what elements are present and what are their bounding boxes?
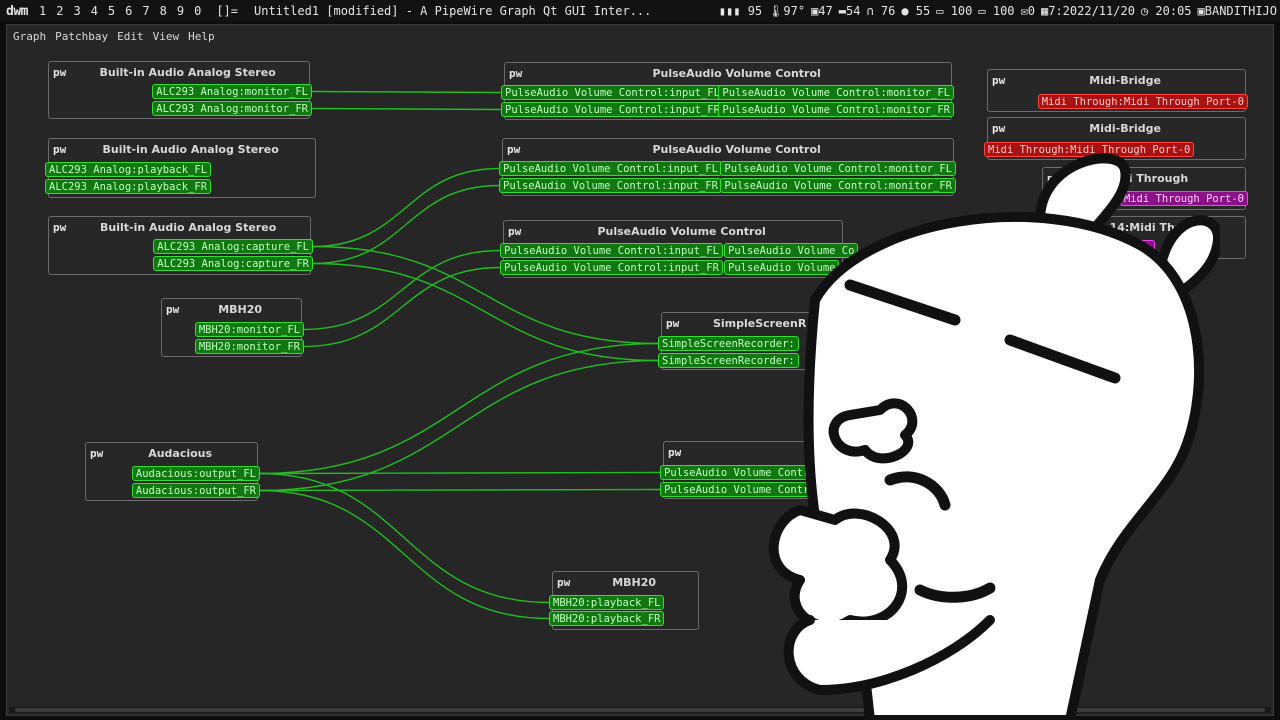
tag-3[interactable]: 3 <box>68 4 85 18</box>
pipewire-icon: pw <box>992 121 1006 135</box>
tag-6[interactable]: 6 <box>120 4 137 18</box>
node-title: MBH20 <box>218 302 263 316</box>
node-title: MBH20 <box>612 575 657 589</box>
port-pavu-input-fr[interactable]: PulseAudio Volume Control:input_FR <box>500 260 723 275</box>
node-title: Built-in Audio Analog Stereo <box>99 220 277 234</box>
port-pavu-input-fl[interactable]: PulseAudio Volume Control:input_FL <box>500 243 723 258</box>
pipewire-icon: pw <box>668 445 682 459</box>
menu-graph[interactable]: Graph <box>10 30 49 43</box>
pipewire-icon: pw <box>557 575 571 589</box>
layout-indicator[interactable]: []= <box>206 4 248 18</box>
port-mbh20-playback-fr[interactable]: MBH20:playback_FR <box>549 611 665 626</box>
port-pavu-input-fr[interactable]: PulseAudio Volume Control:input_FR <box>499 178 722 193</box>
port-audacious-output-fr[interactable]: Audacious:output_FR <box>131 483 260 498</box>
port-playback-fr[interactable]: ALC293 Analog:playback_FR <box>45 179 212 194</box>
port-mbh20-playback-fl[interactable]: MBH20:playback_FL <box>549 595 665 610</box>
node-title: Midi-Bridge <box>1089 73 1161 87</box>
node-mbh20-monitor[interactable]: pw MBH20 MBH20:monitor_FL MBH20:monitor_F… <box>161 298 304 357</box>
port-pavu-monitor-fl[interactable]: PulseAudio Volume Control:monitor_FL <box>718 85 954 100</box>
connection-wire[interactable] <box>303 266 501 348</box>
port-midi-through-out[interactable]: Midi Through:Midi Through Port-0 <box>1037 94 1248 109</box>
connection-wire[interactable] <box>311 107 502 111</box>
connection-wire[interactable] <box>312 184 500 265</box>
port-capture-fl[interactable]: ALC293 Analog:capture_FL <box>153 239 313 254</box>
tag-9[interactable]: 9 <box>172 4 189 18</box>
dwm-status-bar: dwm 1 2 3 4 5 6 7 8 9 0 []= Untitled1 [m… <box>0 0 1280 22</box>
port-pavu-monitor-fr[interactable]: PulseAudio Volume Control:monitor_FR <box>718 102 954 117</box>
tag-1[interactable]: 1 <box>34 4 51 18</box>
cpu-stat: ▮▮▮ 95 <box>718 4 763 18</box>
menu-patchbay[interactable]: Patchbay <box>52 30 111 43</box>
mem-stat: ▣47 <box>811 4 833 18</box>
node-title: Built-in Audio Analog Stereo <box>102 142 279 156</box>
pipewire-icon: pw <box>166 302 180 316</box>
node-mbh20-playback[interactable]: pw MBH20 MBH20:playback_FL MBH20:playback… <box>549 571 699 630</box>
connection-wire[interactable] <box>311 90 502 94</box>
pipewire-icon: pw <box>507 142 521 156</box>
mic-stat: ● 55 <box>901 4 931 18</box>
pipewire-icon: pw <box>666 316 680 330</box>
port-mbh20-monitor-fl[interactable]: MBH20:monitor_FL <box>194 322 304 337</box>
port-pavu-input-fl[interactable]: PulseAudio Volume Control:input_FL <box>501 85 724 100</box>
clock-stat: ◷ 20:05 <box>1140 4 1192 18</box>
node-title: Built-in Audio Analog Stereo <box>99 65 276 79</box>
temp-stat: 🌡97° <box>768 4 806 18</box>
tag-2[interactable]: 2 <box>51 4 68 18</box>
node-pavucontrol-1[interactable]: pw PulseAudio Volume Control PulseAudio V… <box>501 62 954 120</box>
pipewire-icon: pw <box>509 66 523 80</box>
window-title: Untitled1 [modified] - A PipeWire Graph … <box>254 4 652 18</box>
dwm-logo: dwm <box>6 3 28 19</box>
menu-view[interactable]: View <box>150 30 183 43</box>
pipewire-icon: pw <box>992 73 1006 87</box>
connection-wire[interactable] <box>259 359 659 492</box>
pipewire-icon: pw <box>53 65 67 79</box>
port-playback-fl[interactable]: ALC293 Analog:playback_FL <box>45 162 212 177</box>
connection-wire[interactable] <box>312 167 500 248</box>
pipewire-icon: pw <box>508 224 522 238</box>
connection-wire[interactable] <box>312 262 659 362</box>
node-builtin-audio-capture[interactable]: pw Built-in Audio Analog Stereo ALC293 An… <box>48 216 313 275</box>
port-capture-fr[interactable]: ALC293 Analog:capture_FR <box>153 256 313 271</box>
menu-edit[interactable]: Edit <box>114 30 147 43</box>
tag-8[interactable]: 8 <box>155 4 172 18</box>
connection-wire[interactable] <box>259 342 659 475</box>
connection-wire[interactable] <box>259 489 550 620</box>
node-title: Audacious <box>148 446 213 460</box>
tag-0[interactable]: 0 <box>189 4 206 18</box>
node-title: Midi-Bridge <box>1089 121 1161 135</box>
node-builtin-audio-monitor[interactable]: pw Built-in Audio Analog Stereo ALC293 An… <box>48 61 312 119</box>
battery1-stat: ▭ 100 <box>936 4 973 18</box>
mail-stat: ✉0 <box>1020 4 1035 18</box>
pipewire-icon: pw <box>53 220 67 234</box>
rabbit-mascot-overlay <box>768 153 1220 720</box>
pipewire-icon: pw <box>90 446 104 460</box>
node-builtin-audio-playback[interactable]: pw Built-in Audio Analog Stereo ALC293 An… <box>45 138 316 198</box>
node-audacious[interactable]: pw Audacious Audacious:output_FL Audaciou… <box>85 442 260 501</box>
port-audacious-output-fl[interactable]: Audacious:output_FL <box>131 466 260 481</box>
port-mbh20-monitor-fr[interactable]: MBH20:monitor_FR <box>194 339 304 354</box>
port-pavu-input-fr[interactable]: PulseAudio Volume Control:input_FR <box>501 102 724 117</box>
battery2-stat: ▭ 100 <box>978 4 1015 18</box>
node-title: PulseAudio Volume Control <box>652 66 821 80</box>
node-midi-bridge-1[interactable]: pw Midi-Bridge Midi Through:Midi Through … <box>987 69 1248 112</box>
connection-wire[interactable] <box>259 472 550 604</box>
menu-help[interactable]: Help <box>185 30 218 43</box>
connection-wire[interactable] <box>259 488 661 492</box>
port-pavu-input-fl[interactable]: PulseAudio Volume Control:input_FL <box>499 161 722 176</box>
connection-wire[interactable] <box>259 471 661 475</box>
disk-stat: ▬54 <box>838 4 861 18</box>
tag-5[interactable]: 5 <box>103 4 120 18</box>
pipewire-icon: pw <box>53 142 67 156</box>
tag-4[interactable]: 4 <box>86 4 103 18</box>
menu-bar: Graph Patchbay Edit View Help <box>7 25 218 47</box>
port-monitor-fr[interactable]: ALC293 Analog:monitor_FR <box>152 101 312 116</box>
user-stat: ▣BANDITHIJO <box>1197 4 1277 18</box>
tag-7[interactable]: 7 <box>137 4 154 18</box>
date-stat: ▦7:2022/11/20 <box>1041 4 1135 18</box>
headphones-stat: ∩ 76 <box>866 4 896 18</box>
port-monitor-fl[interactable]: ALC293 Analog:monitor_FL <box>152 84 312 99</box>
